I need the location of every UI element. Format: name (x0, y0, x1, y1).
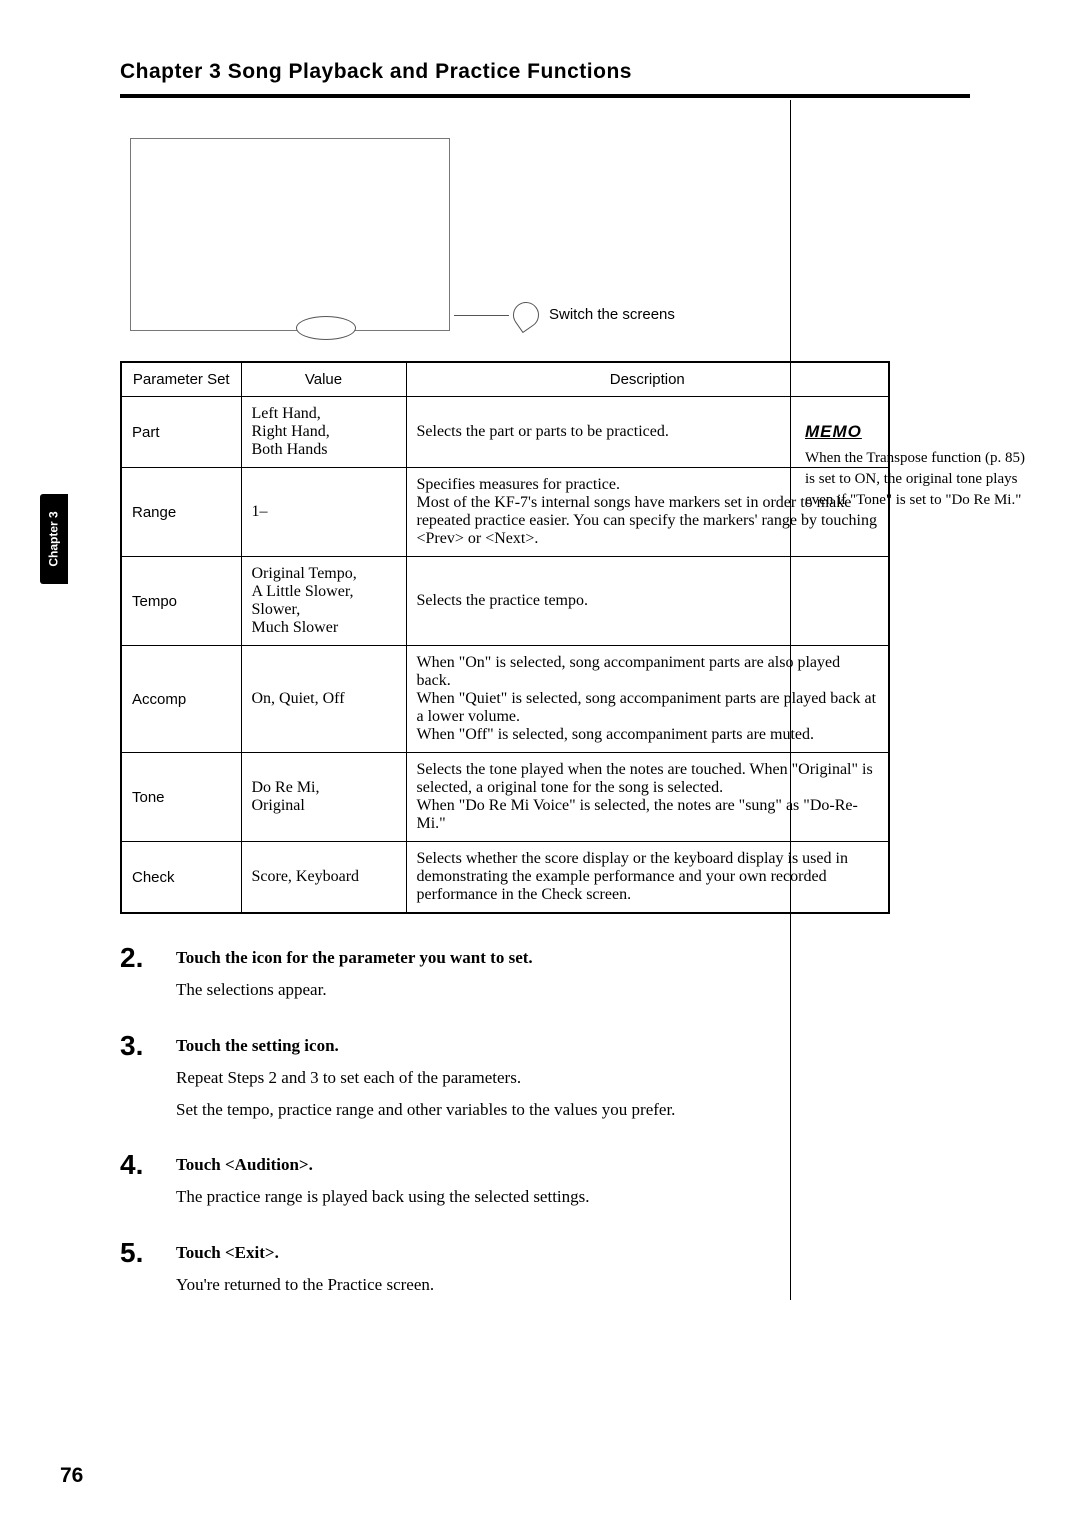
cell-desc: Selects whether the score display or the… (406, 842, 889, 914)
step-number: 5. (120, 1239, 176, 1267)
table-row: Part Left Hand, Right Hand, Both Hands S… (121, 397, 889, 468)
figure-callout-label: Switch the screens (549, 306, 675, 323)
step-number: 4. (120, 1151, 176, 1179)
cell-desc: Selects the tone played when the notes a… (406, 753, 889, 842)
table-header-parameter: Parameter Set (121, 362, 241, 397)
cell-param: Part (121, 397, 241, 468)
cell-value: Do Re Mi, Original (241, 753, 406, 842)
step-heading: Touch the setting icon. (176, 1036, 1020, 1056)
step-number: 2. (120, 944, 176, 972)
cell-value: Original Tempo, A Little Slower, Slower,… (241, 557, 406, 646)
step-heading: Touch the icon for the parameter you wan… (176, 948, 1020, 968)
table-row: Accomp On, Quiet, Off When "On" is selec… (121, 646, 889, 753)
step-number: 3. (120, 1032, 176, 1060)
figure-screenshot-placeholder (130, 138, 450, 331)
cell-param: Accomp (121, 646, 241, 753)
step-text: The selections appear. (176, 978, 1020, 1002)
step-2: 2. Touch the icon for the parameter you … (120, 944, 1020, 1010)
memo-text: When the Transpose function (p. 85) is s… (805, 448, 1035, 511)
table-header-value: Value (241, 362, 406, 397)
step-text: The practice range is played back using … (176, 1185, 1020, 1209)
table-row: Range 1– Specifies measures for practice… (121, 468, 889, 557)
step-4: 4. Touch <Audition>. The practice range … (120, 1151, 1020, 1217)
figure-connector-line (454, 315, 509, 316)
figure-callout-pointer (508, 297, 544, 333)
cell-value: Score, Keyboard (241, 842, 406, 914)
step-heading: Touch <Exit>. (176, 1243, 1020, 1263)
steps-list: 2. Touch the icon for the parameter you … (120, 944, 1020, 1305)
step-text: Repeat Steps 2 and 3 to set each of the … (176, 1066, 1020, 1090)
table-row: Check Score, Keyboard Selects whether th… (121, 842, 889, 914)
chapter-title: Chapter 3 Song Playback and Practice Fun… (120, 60, 1020, 84)
page-number: 76 (60, 1464, 83, 1488)
sidebar-divider (790, 100, 791, 1300)
cell-desc: Selects the practice tempo. (406, 557, 889, 646)
cell-value: On, Quiet, Off (241, 646, 406, 753)
memo-note: MEMO When the Transpose function (p. 85)… (805, 420, 1035, 511)
cell-desc: When "On" is selected, song accompanimen… (406, 646, 889, 753)
table-row: Tempo Original Tempo, A Little Slower, S… (121, 557, 889, 646)
page: Chapter 3 Song Playback and Practice Fun… (0, 0, 1080, 1367)
cell-param: Check (121, 842, 241, 914)
title-divider (120, 94, 970, 98)
step-3: 3. Touch the setting icon. Repeat Steps … (120, 1032, 1020, 1130)
cell-value: Left Hand, Right Hand, Both Hands (241, 397, 406, 468)
figure-callout-ellipse (296, 316, 356, 340)
cell-param: Tempo (121, 557, 241, 646)
table-header-description: Description (406, 362, 889, 397)
table-row: Tone Do Re Mi, Original Selects the tone… (121, 753, 889, 842)
cell-param: Tone (121, 753, 241, 842)
step-text: Set the tempo, practice range and other … (176, 1098, 1020, 1122)
figure-area: Switch the screens (130, 138, 1020, 331)
memo-label: MEMO (805, 420, 862, 444)
step-heading: Touch <Audition>. (176, 1155, 1020, 1175)
parameters-table: Parameter Set Value Description Part Lef… (120, 361, 890, 914)
step-5: 5. Touch <Exit>. You're returned to the … (120, 1239, 1020, 1305)
cell-value: 1– (241, 468, 406, 557)
cell-param: Range (121, 468, 241, 557)
step-text: You're returned to the Practice screen. (176, 1273, 1020, 1297)
